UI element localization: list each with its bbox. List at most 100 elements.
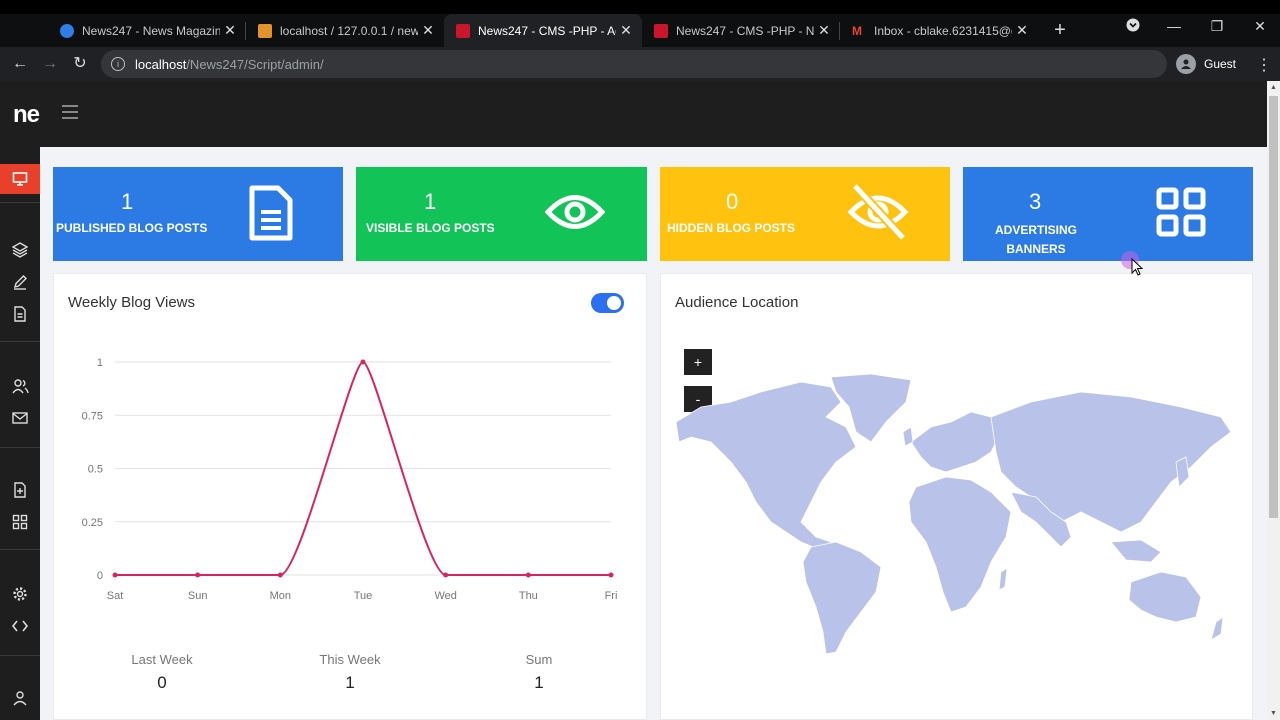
tab-gmail-inbox[interactable]: M Inbox - cblake.6231415@gm ✕ bbox=[840, 14, 1038, 47]
browser-favicon-icon bbox=[60, 23, 74, 38]
map-region-uk bbox=[902, 426, 914, 447]
document-icon bbox=[249, 185, 293, 241]
document-icon bbox=[14, 306, 26, 322]
cms-favicon-icon bbox=[654, 23, 668, 38]
stat-value: 0 bbox=[157, 673, 167, 692]
x-tick-label: Thu bbox=[519, 590, 538, 602]
scrollbar-thumb[interactable] bbox=[1269, 96, 1278, 518]
hamburger-menu-icon[interactable] bbox=[62, 105, 78, 119]
weekly-views-chart: 0 0.25 0.5 0.75 1 Sat Sun Mon Tue Wed Thu Fri bbox=[82, 357, 618, 602]
data-point bbox=[112, 572, 118, 578]
world-map[interactable] bbox=[671, 372, 1251, 672]
y-tick-label: 1 bbox=[97, 357, 103, 369]
y-tick-label: 0.5 bbox=[88, 464, 103, 476]
advertising-banners-card[interactable]: 3 ADVERTISING BANNERS bbox=[963, 167, 1253, 261]
panel-title: Weekly Blog Views bbox=[68, 294, 196, 311]
scroll-up-icon[interactable]: ▲ bbox=[1270, 84, 1277, 91]
tab-search-icon[interactable] bbox=[1123, 18, 1143, 35]
profile-button[interactable]: Guest bbox=[1176, 52, 1236, 76]
file-plus-icon bbox=[14, 482, 26, 498]
eye-off-icon bbox=[847, 182, 909, 242]
grid-icon bbox=[12, 514, 28, 530]
users-icon bbox=[11, 379, 29, 394]
reload-icon[interactable]: ↻ bbox=[70, 54, 90, 74]
tab-label: News247 - CMS -PHP - New bbox=[676, 23, 814, 38]
url-host: localhost bbox=[135, 56, 187, 72]
tab-news-magazine[interactable]: News247 - News Magazine ✕ bbox=[48, 14, 246, 47]
map-region-new-zealand bbox=[1210, 616, 1224, 641]
hidden-posts-card[interactable]: 0 HIDDEN BLOG POSTS bbox=[660, 167, 950, 261]
browser-menu-icon[interactable]: ⋮ bbox=[1256, 55, 1272, 75]
sidebar-divider bbox=[0, 655, 40, 656]
mail-icon bbox=[12, 412, 28, 424]
sidebar-item-profile[interactable] bbox=[0, 683, 40, 713]
data-point bbox=[360, 359, 366, 365]
map-region-europe bbox=[910, 411, 1002, 473]
y-tick-label: 0 bbox=[97, 570, 103, 582]
tab-label: Inbox - cblake.6231415@gm bbox=[874, 23, 1012, 38]
code-icon bbox=[12, 620, 28, 632]
card-label: PUBLISHED BLOG POSTS bbox=[56, 221, 208, 235]
stat-value: 1 bbox=[345, 673, 355, 692]
close-tab-icon[interactable]: ✕ bbox=[220, 22, 240, 39]
cursor-icon bbox=[1131, 258, 1144, 276]
sidebar-item-banners[interactable] bbox=[0, 507, 40, 537]
sidebar-item-write-post[interactable] bbox=[0, 267, 40, 297]
window-close-icon[interactable]: ✕ bbox=[1250, 18, 1270, 35]
close-tab-icon[interactable]: ✕ bbox=[1012, 22, 1032, 39]
sidebar-item-settings[interactable] bbox=[0, 579, 40, 609]
restore-icon[interactable]: ❐ bbox=[1207, 18, 1227, 35]
published-posts-card[interactable]: 1 PUBLISHED BLOG POSTS bbox=[53, 167, 343, 261]
card-label: VISIBLE BLOG POSTS bbox=[366, 221, 495, 235]
profile-avatar-icon bbox=[1176, 54, 1196, 74]
card-label: ADVERTISING BANNERS bbox=[976, 221, 1096, 259]
data-point bbox=[195, 572, 201, 578]
cms-favicon-icon bbox=[456, 23, 470, 38]
site-info-icon[interactable]: i bbox=[111, 57, 125, 71]
new-tab-icon[interactable]: + bbox=[1050, 20, 1070, 40]
stat-last-week: Last Week 0 bbox=[102, 652, 222, 693]
tab-cms-admin[interactable]: News247 - CMS -PHP - Adm ✕ bbox=[444, 14, 642, 47]
sidebar-item-categories[interactable] bbox=[0, 235, 40, 265]
phpmyadmin-favicon-icon bbox=[258, 23, 272, 38]
close-tab-icon[interactable]: ✕ bbox=[616, 22, 636, 39]
chart-toggle[interactable] bbox=[591, 293, 624, 313]
minimize-icon[interactable]: — bbox=[1164, 18, 1184, 34]
gear-icon bbox=[13, 587, 27, 601]
map-region-madagascar bbox=[998, 567, 1008, 591]
data-point bbox=[277, 572, 283, 578]
address-bar[interactable]: i localhost/News247/Script/admin/ bbox=[101, 50, 1167, 78]
sidebar-item-add-page[interactable] bbox=[0, 475, 40, 505]
card-label-line: BANNERS bbox=[1006, 242, 1066, 256]
app-logo[interactable]: ne bbox=[13, 101, 40, 129]
tab-label: News247 - News Magazine bbox=[82, 23, 220, 38]
sidebar-item-users[interactable] bbox=[0, 371, 40, 401]
sidebar-divider bbox=[0, 341, 40, 342]
pen-icon bbox=[13, 275, 27, 290]
page-scrollbar[interactable]: ▲ ▼ bbox=[1267, 81, 1280, 720]
close-tab-icon[interactable]: ✕ bbox=[814, 22, 834, 39]
browser-tab-strip: News247 - News Magazine ✕ localhost / 12… bbox=[0, 0, 1280, 47]
tab-phpmyadmin[interactable]: localhost / 127.0.0.1 / news2 ✕ bbox=[246, 14, 444, 47]
scroll-down-icon[interactable]: ▼ bbox=[1270, 710, 1277, 717]
visible-posts-card[interactable]: 1 VISIBLE BLOG POSTS bbox=[356, 167, 647, 261]
card-value: 3 bbox=[1029, 189, 1042, 214]
back-icon[interactable]: ← bbox=[10, 54, 30, 74]
x-tick-label: Mon bbox=[270, 590, 291, 602]
sidebar-item-messages[interactable] bbox=[0, 403, 40, 433]
forward-icon[interactable]: → bbox=[40, 54, 60, 74]
stat-label: Sum bbox=[525, 652, 553, 667]
card-value: 0 bbox=[726, 189, 739, 214]
close-tab-icon[interactable]: ✕ bbox=[418, 22, 438, 39]
sidebar-item-code[interactable] bbox=[0, 611, 40, 641]
gmail-favicon-icon: M bbox=[852, 23, 862, 38]
stat-label: Last Week bbox=[131, 652, 193, 667]
sidebar-divider bbox=[0, 202, 40, 203]
x-tick-label: Fri bbox=[605, 590, 618, 602]
sidebar-item-posts[interactable] bbox=[0, 299, 40, 329]
audience-location-panel: Audience Location + - bbox=[660, 273, 1253, 720]
tab-cms-news[interactable]: News247 - CMS -PHP - New ✕ bbox=[642, 14, 840, 47]
sidebar-item-dashboard[interactable] bbox=[0, 164, 40, 194]
user-icon bbox=[13, 691, 27, 706]
tab-0-wrapper bbox=[0, 14, 50, 47]
